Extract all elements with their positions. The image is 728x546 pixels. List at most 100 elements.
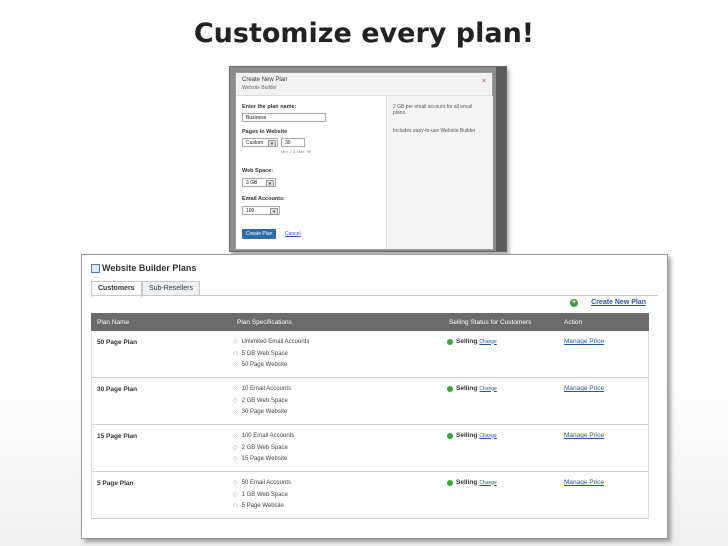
status-dot-icon: [447, 338, 453, 345]
plan-name: 15 Page Plan: [97, 433, 138, 440]
spec-item: ◇ 15 Page Website: [233, 456, 288, 462]
dialog-body: Enter the plan name: Business Pages in W…: [236, 96, 493, 249]
manage-price-link[interactable]: Manage Price: [564, 385, 604, 392]
tab-sub-resellers[interactable]: Sub-Resellers: [142, 281, 200, 296]
create-plan-screenshot: Create New Plan Website Builder × Enter …: [229, 66, 507, 252]
tip-website-builder: Includes easy-to-use Website Builder: [393, 128, 476, 134]
table-header: Plan Name Plan Specifications Selling St…: [91, 313, 649, 331]
spec-item: ◇ 2 GB Web Space: [233, 397, 288, 404]
status-dot-icon: [447, 479, 453, 486]
selling-status: Selling Change: [447, 479, 497, 486]
panel-icon: [91, 264, 100, 273]
change-status-link[interactable]: Change: [479, 339, 497, 345]
dialog-tips: 2 GB per email account for all email pla…: [386, 96, 493, 249]
plan-name: 30 Page Plan: [97, 386, 138, 393]
plan-specs: ◇ 10 Email Accounts ◇ 2 GB Web Space ◇ 30 P…: [233, 384, 291, 419]
spec-item: ◇ 100 Email Accounts: [233, 433, 295, 439]
web-space-value: 3 GB: [246, 180, 258, 186]
email-accounts-label: Email Accounts:: [242, 196, 285, 202]
spec-item: ◇ 5 Page Website: [233, 503, 284, 509]
add-icon[interactable]: +: [570, 299, 578, 307]
spec-item: ◇ 50 Email Accounts: [233, 480, 291, 486]
tip-email-storage: 2 GB per email account for all email pla…: [393, 104, 473, 116]
bullet-icon: ◇: [233, 409, 238, 415]
spec-item: ◇ 10 Email Accounts: [233, 386, 291, 392]
create-plan-button[interactable]: Create Plan: [242, 229, 277, 239]
close-icon[interactable]: ×: [482, 78, 486, 85]
chevron-down-icon: ▼: [268, 140, 276, 147]
email-accounts-value: 100: [246, 208, 255, 214]
table-row: 30 Page Plan ◇ 10 Email Accounts ◇ 2 GB We…: [91, 378, 649, 425]
plan-specs: ◇ 100 Email Accounts ◇ 2 GB Web Space ◇ 15 …: [233, 431, 294, 466]
chevron-down-icon: ▼: [266, 180, 274, 187]
dialog-subtitle: Website Builder: [242, 85, 277, 91]
status-label: Selling: [456, 338, 478, 345]
spec-item: ◇ 30 Page Website: [233, 409, 288, 415]
email-accounts-select[interactable]: 100 ▼: [242, 206, 280, 215]
plan-name: 5 Page Plan: [97, 480, 134, 487]
spec-item: ◇ 5 GB Web Space: [233, 350, 288, 357]
dialog-form: Enter the plan name: Business Pages in W…: [242, 96, 384, 249]
web-space-select[interactable]: 3 GB ▼: [242, 178, 276, 187]
status-label: Selling: [456, 432, 478, 439]
background-window-edge: [496, 67, 506, 251]
selling-status: Selling Change: [447, 432, 497, 439]
table-row: 5 Page Plan ◇ 50 Email Accounts ◇ 1 GB Web…: [91, 472, 649, 519]
spec-item: ◇ 50 Page Website: [233, 362, 288, 368]
pages-select-value: Custom: [246, 140, 264, 146]
change-status-link[interactable]: Change: [479, 433, 497, 439]
plans-table: Plan Name Plan Specifications Selling St…: [91, 313, 649, 519]
col-selling-status: Selling Status for Customers: [449, 319, 532, 326]
bullet-icon: ◇: [233, 339, 238, 345]
manage-price-link[interactable]: Manage Price: [564, 432, 604, 439]
plan-specs: ◇ Unlimited Email Accounts ◇ 5 GB Web Spac…: [233, 337, 309, 372]
create-new-plan-link[interactable]: Create New Plan: [591, 299, 646, 306]
col-plan-name: Plan Name: [97, 319, 130, 326]
pages-count-input[interactable]: 30: [281, 138, 305, 147]
spec-item: ◇ 2 GB Web Space: [233, 444, 288, 451]
bullet-icon: ◇: [233, 456, 238, 462]
bullet-icon: ◇: [233, 350, 238, 357]
pages-label: Pages in Website: [242, 129, 288, 135]
bullet-icon: ◇: [233, 362, 238, 368]
bullet-icon: ◇: [233, 491, 238, 498]
plans-screenshot: Website Builder Plans Customers Sub-Rese…: [81, 254, 668, 539]
status-label: Selling: [456, 479, 478, 486]
chevron-down-icon: ▼: [270, 208, 278, 215]
status-dot-icon: [447, 432, 453, 439]
panel-title: Website Builder Plans: [102, 263, 197, 273]
pages-hint: Min: 2 & Max: 99: [281, 149, 312, 154]
table-row: 50 Page Plan ◇ Unlimited Email Accounts ◇…: [91, 331, 649, 378]
bullet-icon: ◇: [233, 444, 238, 451]
bullet-icon: ◇: [233, 433, 238, 439]
web-space-label: Web Space:: [242, 168, 274, 174]
dialog-title: Create New Plan: [242, 77, 288, 83]
manage-price-link[interactable]: Manage Price: [564, 479, 604, 486]
change-status-link[interactable]: Change: [479, 386, 497, 392]
cancel-link[interactable]: Cancel: [285, 231, 301, 237]
create-plan-dialog: Create New Plan Website Builder × Enter …: [235, 72, 493, 250]
selling-status: Selling Change: [447, 385, 497, 392]
selling-status: Selling Change: [447, 338, 497, 345]
bullet-icon: ◇: [233, 503, 238, 509]
plan-specs: ◇ 50 Email Accounts ◇ 1 GB Web Space ◇ 5 Pa…: [233, 478, 291, 513]
slide-title: Customize every plan!: [193, 18, 535, 49]
tab-divider: [91, 295, 658, 296]
status-label: Selling: [456, 385, 478, 392]
bullet-icon: ◇: [233, 397, 238, 404]
plan-name: 50 Page Plan: [97, 339, 138, 346]
pages-select[interactable]: Custom ▼: [242, 138, 278, 147]
manage-price-link[interactable]: Manage Price: [564, 338, 604, 345]
spec-item: ◇ Unlimited Email Accounts: [233, 339, 310, 345]
bullet-icon: ◇: [233, 480, 238, 486]
status-dot-icon: [447, 385, 453, 392]
table-row: 15 Page Plan ◇ 100 Email Accounts ◇ 2 GB W…: [91, 425, 649, 472]
col-plan-specifications: Plan Specifications: [237, 319, 292, 326]
col-action: Action: [564, 319, 583, 326]
spec-item: ◇ 1 GB Web Space: [233, 491, 288, 498]
plan-name-input[interactable]: Business: [242, 113, 326, 122]
plan-name-label: Enter the plan name:: [242, 104, 297, 110]
dialog-header: Create New Plan Website Builder ×: [236, 73, 492, 96]
change-status-link[interactable]: Change: [479, 480, 497, 486]
bullet-icon: ◇: [233, 386, 238, 392]
